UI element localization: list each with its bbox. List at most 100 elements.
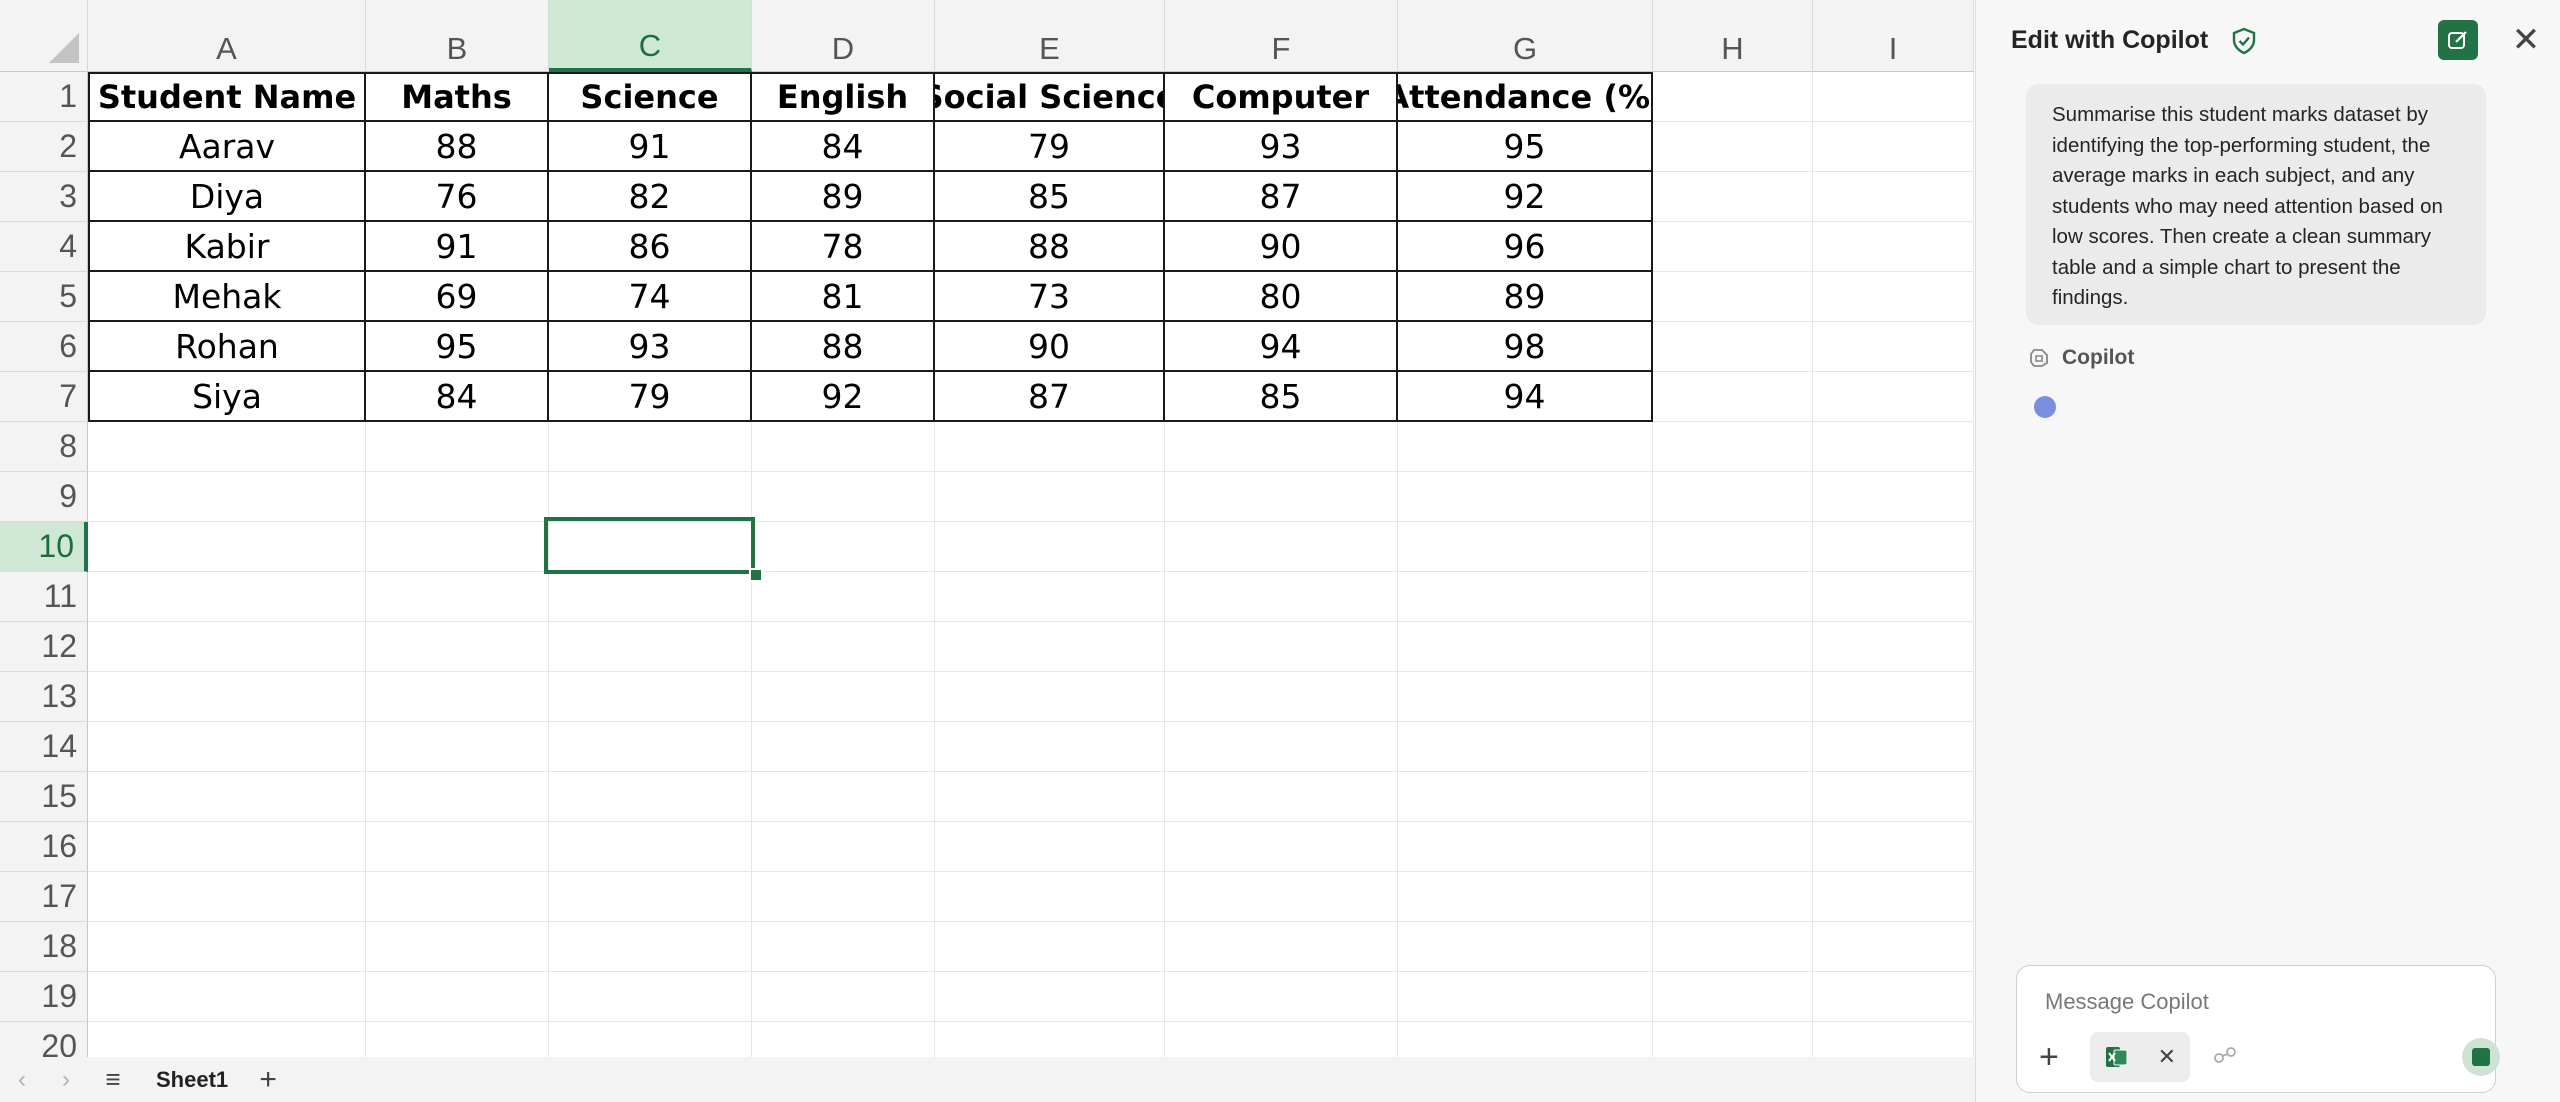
select-all-corner[interactable]: [0, 0, 88, 72]
column-header-h[interactable]: H: [1653, 0, 1813, 72]
empty-cell[interactable]: [1653, 172, 1813, 222]
empty-cell[interactable]: [752, 572, 935, 622]
table-cell[interactable]: 95: [1398, 122, 1653, 172]
empty-cell[interactable]: [1653, 422, 1813, 472]
empty-cell[interactable]: [752, 672, 935, 722]
table-cell[interactable]: 91: [549, 122, 752, 172]
column-header-b[interactable]: B: [366, 0, 549, 72]
table-cell[interactable]: 88: [752, 322, 935, 372]
table-cell[interactable]: Kabir: [88, 222, 366, 272]
empty-cell[interactable]: [366, 422, 549, 472]
column-header-d[interactable]: D: [752, 0, 935, 72]
empty-cell[interactable]: [1398, 422, 1653, 472]
empty-cell[interactable]: [1653, 672, 1813, 722]
empty-cell[interactable]: [1813, 472, 1974, 522]
empty-cell[interactable]: [88, 872, 366, 922]
empty-cell[interactable]: [366, 722, 549, 772]
empty-cell[interactable]: [1813, 222, 1974, 272]
table-cell[interactable]: 89: [752, 172, 935, 222]
column-header-a[interactable]: A: [88, 0, 366, 72]
row-header-15[interactable]: 15: [0, 772, 88, 822]
empty-cell[interactable]: [752, 472, 935, 522]
empty-cell[interactable]: [1398, 672, 1653, 722]
empty-cell[interactable]: [935, 422, 1165, 472]
table-header-cell[interactable]: Social Science: [935, 72, 1165, 122]
empty-cell[interactable]: [752, 422, 935, 472]
empty-cell[interactable]: [1813, 422, 1974, 472]
empty-cell[interactable]: [935, 972, 1165, 1022]
empty-cell[interactable]: [935, 822, 1165, 872]
empty-cell[interactable]: [1165, 722, 1398, 772]
table-cell[interactable]: 95: [366, 322, 549, 372]
empty-cell[interactable]: [549, 522, 752, 572]
empty-cell[interactable]: [1653, 872, 1813, 922]
table-cell[interactable]: Rohan: [88, 322, 366, 372]
empty-cell[interactable]: [88, 922, 366, 972]
empty-cell[interactable]: [88, 672, 366, 722]
empty-cell[interactable]: [549, 622, 752, 672]
empty-cell[interactable]: [1398, 472, 1653, 522]
empty-cell[interactable]: [1813, 772, 1974, 822]
close-icon[interactable]: ✕: [2506, 20, 2546, 60]
table-cell[interactable]: 88: [935, 222, 1165, 272]
next-sheet-arrow-icon[interactable]: ›: [44, 1066, 88, 1094]
table-cell[interactable]: 79: [549, 372, 752, 422]
empty-cell[interactable]: [366, 472, 549, 522]
empty-cell[interactable]: [1813, 72, 1974, 122]
empty-cell[interactable]: [88, 472, 366, 522]
row-header-1[interactable]: 1: [0, 72, 88, 122]
empty-cell[interactable]: [1653, 972, 1813, 1022]
row-header-16[interactable]: 16: [0, 822, 88, 872]
column-header-i[interactable]: I: [1813, 0, 1974, 72]
empty-cell[interactable]: [1165, 972, 1398, 1022]
empty-cell[interactable]: [1813, 522, 1974, 572]
empty-cell[interactable]: [549, 822, 752, 872]
table-cell[interactable]: 93: [1165, 122, 1398, 172]
row-header-11[interactable]: 11: [0, 572, 88, 622]
empty-cell[interactable]: [1165, 922, 1398, 972]
empty-cell[interactable]: [1813, 922, 1974, 972]
empty-cell[interactable]: [1165, 772, 1398, 822]
cell-grid[interactable]: Student NameMathsScienceEnglishSocial Sc…: [88, 72, 1974, 1072]
empty-cell[interactable]: [88, 422, 366, 472]
empty-cell[interactable]: [1398, 872, 1653, 922]
empty-cell[interactable]: [1398, 972, 1653, 1022]
table-cell[interactable]: 93: [549, 322, 752, 372]
table-cell[interactable]: 92: [752, 372, 935, 422]
table-cell[interactable]: 96: [1398, 222, 1653, 272]
table-cell[interactable]: 79: [935, 122, 1165, 172]
table-cell[interactable]: 90: [935, 322, 1165, 372]
empty-cell[interactable]: [752, 622, 935, 672]
empty-cell[interactable]: [935, 772, 1165, 822]
message-input[interactable]: [2043, 984, 2467, 1020]
attach-plus-button[interactable]: +: [2039, 1038, 2059, 1077]
empty-cell[interactable]: [752, 872, 935, 922]
table-header-cell[interactable]: Maths: [366, 72, 549, 122]
empty-cell[interactable]: [88, 622, 366, 672]
empty-cell[interactable]: [1653, 572, 1813, 622]
add-sheet-button[interactable]: +: [246, 1063, 290, 1097]
empty-cell[interactable]: [1813, 172, 1974, 222]
empty-cell[interactable]: [549, 672, 752, 722]
table-cell[interactable]: 76: [366, 172, 549, 222]
empty-cell[interactable]: [1165, 422, 1398, 472]
empty-cell[interactable]: [1653, 72, 1813, 122]
link-icon[interactable]: [2212, 1046, 2238, 1069]
empty-cell[interactable]: [549, 872, 752, 922]
table-cell[interactable]: 74: [549, 272, 752, 322]
empty-cell[interactable]: [752, 722, 935, 772]
table-cell[interactable]: Aarav: [88, 122, 366, 172]
empty-cell[interactable]: [1813, 572, 1974, 622]
empty-cell[interactable]: [1165, 872, 1398, 922]
row-header-4[interactable]: 4: [0, 222, 88, 272]
empty-cell[interactable]: [366, 922, 549, 972]
empty-cell[interactable]: [752, 822, 935, 872]
table-header-cell[interactable]: Student Name: [88, 72, 366, 122]
column-header-e[interactable]: E: [935, 0, 1165, 72]
row-header-2[interactable]: 2: [0, 122, 88, 172]
new-chat-button[interactable]: [2438, 20, 2478, 60]
empty-cell[interactable]: [366, 772, 549, 822]
table-cell[interactable]: 92: [1398, 172, 1653, 222]
empty-cell[interactable]: [366, 672, 549, 722]
empty-cell[interactable]: [1653, 772, 1813, 822]
